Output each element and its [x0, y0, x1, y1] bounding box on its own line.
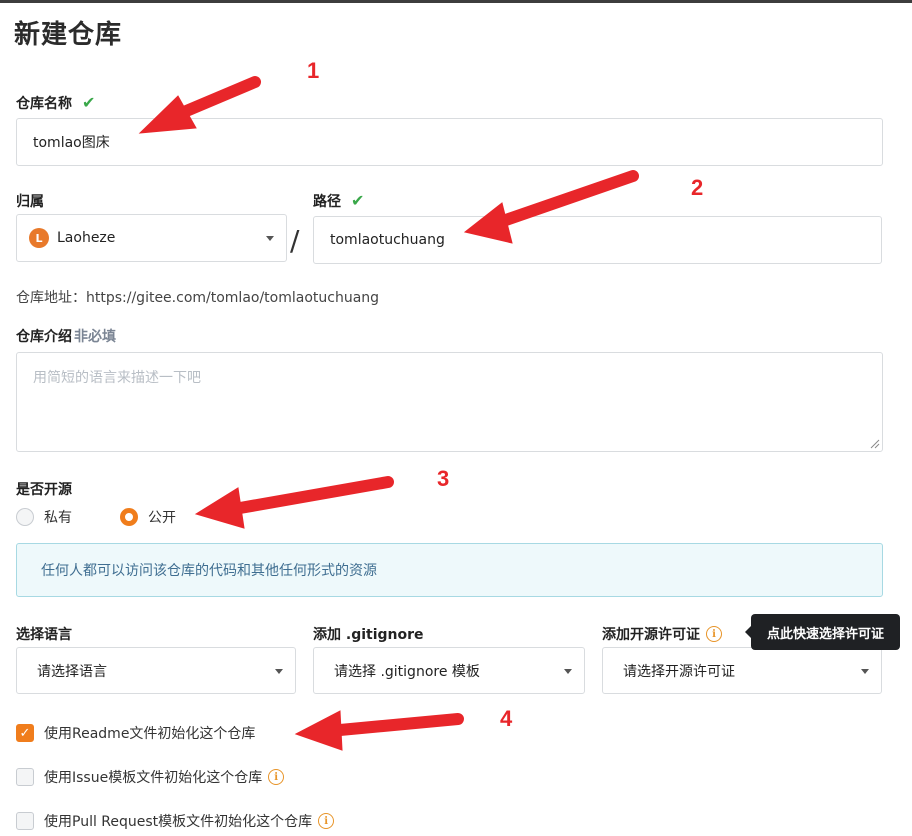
repo-name-value: tomlao图床 — [33, 135, 110, 151]
arrow-3-head — [194, 487, 245, 529]
resize-handle-icon[interactable] — [870, 439, 880, 449]
owner-value: Laoheze — [57, 230, 116, 246]
path-input[interactable]: tomlaotuchuang — [313, 216, 882, 264]
issue-checkbox[interactable] — [16, 768, 34, 786]
gitignore-select[interactable]: 请选择 .gitignore 模板 — [313, 647, 585, 694]
radio-private-label[interactable]: 私有 — [44, 507, 72, 527]
check-icon: ✔ — [82, 93, 96, 112]
annotation-number: 1 — [307, 58, 320, 83]
license-label: 添加开源许可证 i — [602, 624, 722, 644]
description-placeholder: 用简短的语言来描述一下吧 — [33, 370, 201, 386]
issue-option-label[interactable]: 使用Issue模板文件初始化这个仓库 — [44, 767, 262, 787]
license-select[interactable]: 请选择开源许可证 — [602, 647, 882, 694]
readme-option-label[interactable]: 使用Readme文件初始化这个仓库 — [44, 723, 255, 743]
radio-public-label[interactable]: 公开 — [148, 507, 176, 527]
license-tooltip: 点此快速选择许可证 — [745, 614, 900, 650]
path-label-text: 路径 — [313, 194, 341, 210]
repo-name-label-text: 仓库名称 — [16, 96, 72, 112]
info-icon[interactable]: i — [268, 769, 285, 785]
visibility-label: 是否开源 — [16, 482, 72, 498]
readme-checkbox[interactable]: ✓ — [16, 724, 34, 742]
description-label-text: 仓库介绍 — [16, 329, 72, 345]
chevron-down-icon — [861, 668, 869, 674]
repo-name-input[interactable]: tomlao图床 — [16, 118, 883, 166]
visibility-radio-group: 私有 公开 — [16, 507, 176, 527]
owner-label: 归属 — [16, 194, 44, 210]
chevron-down-icon — [564, 668, 572, 674]
pr-checkbox[interactable] — [16, 812, 34, 830]
annotation-number: 2 — [691, 175, 704, 200]
avatar: L — [29, 228, 49, 248]
gitignore-label: 添加 .gitignore — [313, 627, 424, 643]
init-issue-option[interactable]: 使用Issue模板文件初始化这个仓库 i — [16, 767, 285, 787]
annotation-number: 3 — [437, 466, 450, 491]
arrow-3-shaft — [234, 476, 394, 514]
chevron-down-icon — [275, 668, 283, 674]
optional-hint: 非必填 — [74, 329, 116, 345]
visibility-info-box: 任何人都可以访问该仓库的代码和其他任何形式的资源 — [16, 543, 883, 597]
repo-url: 仓库地址：https://gitee.com/tomlao/tomlaotuch… — [16, 290, 380, 306]
license-value: 请选择开源许可证 — [623, 663, 735, 680]
arrow-4-head — [294, 710, 343, 751]
gitignore-value: 请选择 .gitignore 模板 — [334, 663, 480, 680]
arrow-4-shaft — [334, 713, 464, 736]
description-textarea[interactable]: 用简短的语言来描述一下吧 — [16, 352, 883, 452]
license-tooltip-text: 点此快速选择许可证 — [766, 626, 884, 642]
owner-select[interactable]: L Laoheze — [16, 214, 287, 262]
check-icon: ✔ — [351, 191, 365, 210]
path-value: tomlaotuchuang — [330, 232, 445, 248]
description-label: 仓库介绍 非必填 — [16, 326, 116, 346]
info-icon[interactable]: i — [706, 626, 722, 642]
chevron-down-icon — [266, 236, 274, 241]
visibility-info-text: 任何人都可以访问该仓库的代码和其他任何形式的资源 — [41, 563, 377, 579]
page-title: 新建仓库 — [14, 20, 123, 50]
path-label: 路径 ✔ — [313, 191, 364, 211]
top-bar — [0, 0, 912, 3]
path-separator: / — [290, 224, 300, 257]
radio-private[interactable] — [16, 508, 34, 526]
arrow-1-shaft — [159, 76, 261, 126]
annotation-number: 4 — [500, 706, 513, 731]
language-select[interactable]: 请选择语言 — [16, 647, 296, 694]
language-label: 选择语言 — [16, 627, 72, 643]
radio-public[interactable] — [120, 508, 138, 526]
init-readme-option[interactable]: ✓ 使用Readme文件初始化这个仓库 — [16, 723, 255, 743]
license-label-text: 添加开源许可证 — [602, 627, 700, 643]
init-pr-option[interactable]: 使用Pull Request模板文件初始化这个仓库 i — [16, 811, 335, 831]
pr-option-label[interactable]: 使用Pull Request模板文件初始化这个仓库 — [44, 811, 312, 831]
info-icon[interactable]: i — [318, 813, 335, 829]
language-value: 请选择语言 — [37, 663, 107, 680]
repo-name-label: 仓库名称 ✔ — [16, 93, 95, 113]
